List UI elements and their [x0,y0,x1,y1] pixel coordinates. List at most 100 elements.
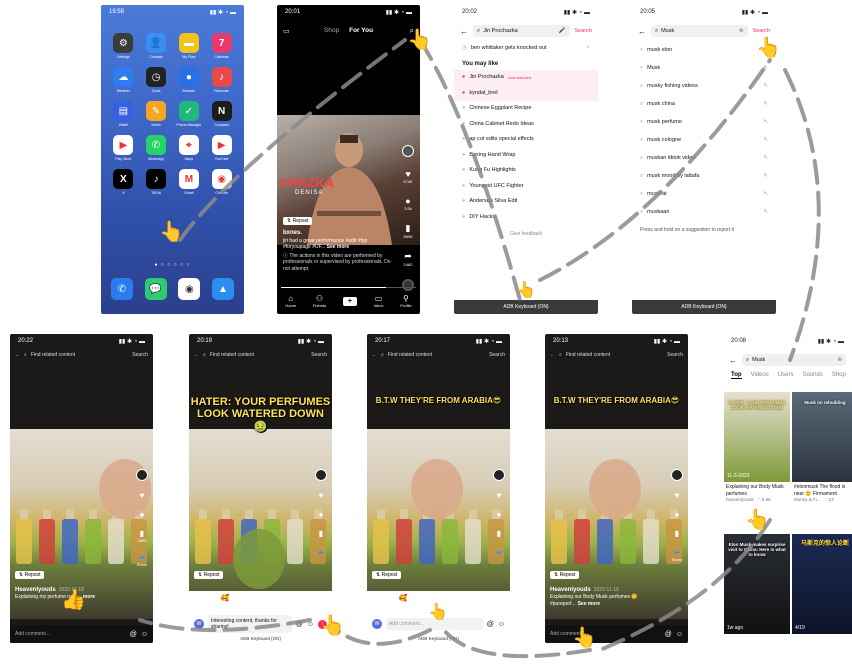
fill-arrow-icon[interactable]: ↖ [763,101,768,107]
suggestion-item[interactable]: ● Boxing Hand Wrap [454,147,598,163]
app-maps[interactable]: ⌖ Maps [173,135,206,161]
app-gmail[interactable]: M Gmail [173,169,206,195]
search-input[interactable]: ⌕ Musk ⊗ [742,354,846,366]
emoji-icon[interactable]: ☺ [141,631,148,638]
search-button[interactable]: Search [753,28,770,34]
mention-icon[interactable]: @ [130,631,137,638]
search-button[interactable]: Search [311,352,327,358]
comment-button[interactable]: ● [497,510,502,519]
suggestion-item[interactable]: ⌕ musky fishing videos ↖ [632,77,776,95]
like-button[interactable]: ♥ 674K [403,169,412,184]
suggestion-item[interactable]: ⌕ musk perfume ↖ [632,113,776,131]
share-button[interactable]: ➦ Share [137,553,148,567]
heart-button[interactable]: ♥ [140,491,145,500]
related-search-bar[interactable]: ← ⌕ Find related content Search [545,349,688,361]
back-arrow-icon[interactable]: ← [372,352,377,358]
comment-bar[interactable]: Add comment... @ ☺ [10,625,153,643]
emoji-icon[interactable]: ☺ [498,621,505,628]
bookmark-button[interactable]: ▮ 2898 [138,529,147,543]
app-browser[interactable]: ● Browser [173,67,206,93]
tab-top[interactable]: Top [731,372,742,379]
bookmark-button[interactable]: ▮ [497,529,501,538]
nav-profile[interactable]: ⚲ Profile [400,294,411,308]
related-search-bar[interactable]: ← ⌕ Find related content Search [10,349,153,361]
app-my-files[interactable]: ▬ My Files [173,33,206,59]
suggestion-item[interactable]: ● Jiri Prochazka Just watched [454,69,598,85]
author-name[interactable]: Heavenlyouds [550,587,591,593]
share-button[interactable]: ➦ [496,548,503,557]
progress-bar[interactable] [281,287,416,288]
see-more-link[interactable]: See more [327,244,350,250]
repost-badge[interactable]: ⇅ Repost [550,571,580,579]
phone-icon[interactable]: ✆ [111,278,133,300]
emoji-button[interactable]: 🥰 [399,594,408,602]
nav-friends[interactable]: ⚇ Friends [313,294,326,308]
tab-shop[interactable]: Shop [324,27,339,34]
nav-home[interactable]: ⌂ Home [285,294,296,308]
back-arrow-icon[interactable]: ← [550,352,555,358]
app-settings[interactable]: ⚙ Settings [107,33,140,59]
result-card[interactable]: Musk on rebuilding [792,392,852,482]
see-more-link[interactable]: See more [578,601,601,607]
app-x[interactable]: XX [107,169,140,195]
comment-bar[interactable]: Add comment... @ ☺ [545,625,688,643]
emoji-button[interactable]: 🥰 [221,594,230,602]
repost-badge[interactable]: ⇅ Repost [283,217,313,225]
emoji-button[interactable]: 😁 [197,594,204,602]
app-chrome[interactable]: ◉ Chrome [205,169,238,195]
search-button[interactable]: Search [489,352,505,358]
comment-button[interactable]: ● 3.5k [404,196,412,211]
messages-icon[interactable]: 💬 [144,278,167,300]
suggestion-item[interactable]: ● ap cut edits special effects [454,132,598,148]
fill-arrow-icon[interactable]: ↖ [763,137,768,143]
tab-sounds[interactable]: Sounds [802,372,822,379]
give-feedback-link[interactable]: Give feedback [454,231,598,237]
fill-arrow-icon[interactable]: ↖ [763,83,768,89]
suggestion-item[interactable]: ● China Cabinet Redo Ideas [454,116,598,132]
emoji-button[interactable]: 😁 [375,594,382,602]
back-arrow-icon[interactable]: ← [15,352,20,358]
app-calendar[interactable]: 7 Calendar [205,33,238,59]
emoji-button[interactable]: 😳 [270,594,277,602]
fill-arrow-icon[interactable]: ↖ [763,209,768,215]
search-input[interactable]: ⌕ Jiri Prochazka 🎤 [473,25,570,37]
suggestion-item[interactable]: ⌕ muskaan ↖ [632,203,776,221]
comment-button[interactable]: ● [675,510,680,519]
suggestion-item[interactable]: ⌕ Musk ↖ [632,59,776,77]
bookmark-button[interactable]: ▮ [675,529,679,538]
suggestion-item[interactable]: ⌕ musk elon ↖ [632,41,776,59]
suggestion-item[interactable]: ⌕ musk mood by lattafa ↖ [632,167,776,185]
fill-arrow-icon[interactable]: ↖ [763,191,768,197]
app-weather[interactable]: ☁ Weather [107,67,140,93]
emoji-button[interactable]: 😏 [471,594,478,602]
suggestion-item[interactable]: ● kyndal_bret [454,85,598,101]
tab-videos[interactable]: Videos [751,372,769,379]
suggestion-item[interactable]: ● Youngest UFC Fighter [454,178,598,194]
app-wallet[interactable]: ▤ Wallet [107,101,140,127]
tab-shop[interactable]: Shop [832,372,846,379]
avatar[interactable] [493,469,505,481]
avatar[interactable] [315,469,327,481]
app-contacts[interactable]: 👤 Contacts [140,33,173,59]
back-arrow-icon[interactable]: ← [460,27,468,36]
mention-icon[interactable]: @ [487,621,494,628]
emoji-button[interactable]: 😂 [423,594,431,602]
create-button[interactable]: + [342,296,357,306]
comment-input[interactable]: Interesting content, thanks for sharing! [208,615,292,633]
mention-icon[interactable]: @ [296,621,303,628]
app-youtube[interactable]: ▶ YouTube [205,135,238,161]
emoji-button[interactable]: 😂 [245,594,253,602]
tab-for-you[interactable]: For You [349,27,373,34]
search-input[interactable]: ⌕ Musk ⊗ [651,25,748,37]
heart-button[interactable]: ♥ [675,491,680,500]
fill-arrow-icon[interactable]: ↖ [763,65,768,71]
author-name[interactable]: bxnes. [283,230,395,238]
suggestion-item[interactable]: ⌕ muskrat ↖ [632,185,776,203]
author-name[interactable]: Money & Fi... [794,497,821,502]
search-button[interactable]: Search [132,352,148,358]
emoji-button[interactable]: 😳 [448,594,455,602]
fill-arrow-icon[interactable]: ↖ [763,173,768,179]
emoji-button[interactable]: 😏 [293,594,300,602]
search-button[interactable]: Search [575,28,592,34]
app-clock[interactable]: ◷ Clock [140,67,173,93]
